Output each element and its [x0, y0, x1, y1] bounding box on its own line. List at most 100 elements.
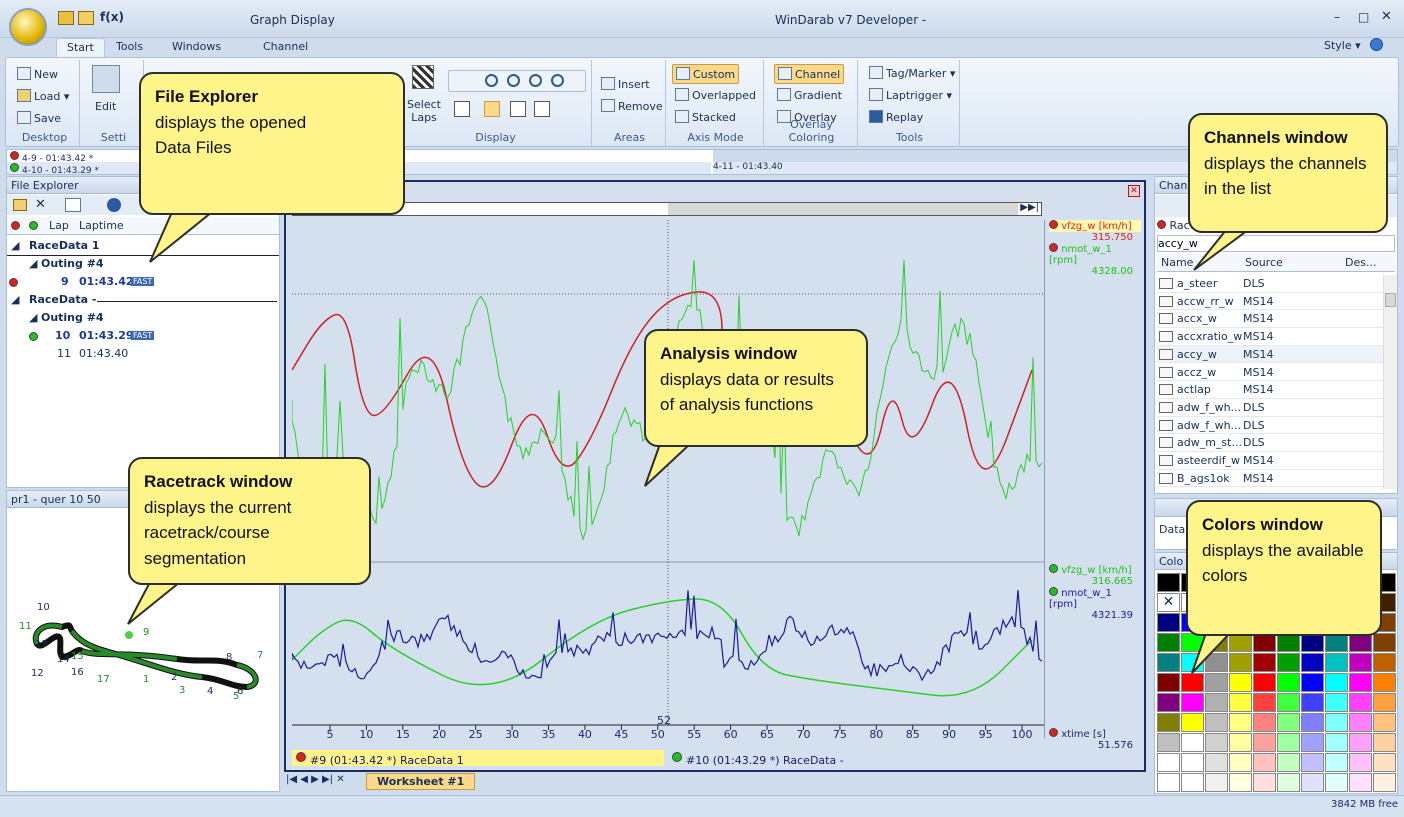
select-laps-icon[interactable] — [412, 65, 434, 89]
color-swatch[interactable] — [1229, 733, 1252, 752]
minimize-icon[interactable]: – — [1334, 10, 1340, 24]
legend-item[interactable]: vfzg_w [km/h] — [1049, 564, 1141, 576]
color-swatch[interactable] — [1325, 693, 1348, 712]
color-swatch[interactable] — [1301, 753, 1324, 772]
color-swatch[interactable] — [1253, 753, 1276, 772]
color-swatch[interactable] — [1181, 773, 1204, 792]
color-swatch[interactable] — [1277, 653, 1300, 672]
tab-channel[interactable]: Channel — [253, 38, 318, 55]
close-icon[interactable]: ✕ — [1381, 9, 1392, 24]
color-swatch[interactable] — [1373, 673, 1396, 692]
color-swatch[interactable] — [1301, 773, 1324, 792]
color-swatch[interactable] — [1157, 613, 1180, 632]
color-swatch[interactable] — [1277, 733, 1300, 752]
color-swatch[interactable] — [1373, 633, 1396, 652]
gradient-button[interactable]: Gradient — [774, 86, 845, 104]
color-swatch[interactable] — [1301, 653, 1324, 672]
zoom-out-icon[interactable] — [507, 74, 520, 87]
color-swatch[interactable] — [1205, 693, 1228, 712]
color-swatch[interactable] — [1205, 733, 1228, 752]
tab-tools[interactable]: Tools — [106, 38, 153, 55]
channel-row[interactable]: accx_w MS14 — [1157, 310, 1387, 329]
legend-item[interactable]: nmot_w_1 [rpm] — [1049, 243, 1141, 266]
open-folder-icon[interactable] — [13, 199, 27, 211]
color-swatch[interactable] — [1373, 713, 1396, 732]
color-swatch[interactable] — [1181, 713, 1204, 732]
help-icon[interactable] — [1370, 38, 1383, 51]
color-swatch[interactable] — [1325, 733, 1348, 752]
overlapped-button[interactable]: Overlapped — [672, 86, 759, 104]
color-swatch[interactable] — [1253, 713, 1276, 732]
color-swatch[interactable] — [1277, 773, 1300, 792]
style-menu[interactable]: Style ▾ — [1324, 39, 1361, 52]
channels-scrollbar[interactable] — [1383, 275, 1397, 489]
laptrigger-button[interactable]: Laptrigger ▾ — [866, 86, 955, 104]
worksheet-nav[interactable]: |◀ ◀ ▶ ▶| ✕ — [286, 774, 345, 785]
color-swatch[interactable] — [1349, 713, 1372, 732]
zoom-toolbar[interactable] — [448, 70, 586, 92]
tab-start[interactable]: Start — [56, 38, 105, 58]
tree-lap-10[interactable]: 10 01:43.29 FAST — [7, 329, 279, 346]
color-swatch[interactable] — [1349, 693, 1372, 712]
channel-row[interactable]: accw_rr_w MS14 — [1157, 292, 1387, 311]
color-swatch[interactable] — [1157, 733, 1180, 752]
color-swatch[interactable] — [1253, 733, 1276, 752]
edit-icon[interactable] — [92, 65, 120, 93]
color-swatch[interactable] — [1157, 653, 1180, 672]
worksheet-tab[interactable]: Worksheet #1 — [366, 773, 476, 790]
color-swatch[interactable] — [1325, 673, 1348, 692]
color-swatch[interactable] — [1253, 773, 1276, 792]
tree-outing[interactable]: ◢ Outing #4 — [7, 257, 104, 274]
window-close-icon[interactable]: ✕ — [1128, 185, 1140, 197]
color-swatch[interactable] — [1325, 773, 1348, 792]
color-swatch[interactable] — [1205, 753, 1228, 772]
color-swatch[interactable] — [1229, 773, 1252, 792]
view-icon[interactable] — [65, 198, 81, 212]
color-swatch[interactable] — [1229, 753, 1252, 772]
color-swatch[interactable] — [1157, 713, 1180, 732]
color-swatch[interactable] — [1229, 693, 1252, 712]
color-swatch[interactable] — [1157, 753, 1180, 772]
maximize-icon[interactable]: □ — [1358, 10, 1369, 24]
color-swatch[interactable] — [1181, 733, 1204, 752]
color-swatch[interactable] — [1349, 673, 1372, 692]
no-color-swatch[interactable]: ✕ — [1157, 593, 1180, 612]
app-orb-button[interactable] — [9, 8, 47, 46]
quick-access-icon-2[interactable] — [78, 11, 94, 25]
stacked-button[interactable]: Stacked — [672, 108, 739, 126]
color-swatch[interactable] — [1157, 633, 1180, 652]
channel-row[interactable]: asteerdif_w MS14 — [1157, 452, 1387, 470]
color-swatch[interactable] — [1277, 713, 1300, 732]
info-icon[interactable] — [107, 198, 121, 212]
color-swatch[interactable] — [1301, 713, 1324, 732]
color-swatch[interactable] — [1325, 753, 1348, 772]
color-swatch[interactable] — [1349, 753, 1372, 772]
channel-row[interactable]: accz_w MS14 — [1157, 363, 1387, 382]
color-swatch[interactable] — [1325, 713, 1348, 732]
tree-outing-2[interactable]: ◢ Outing #4 — [7, 311, 104, 328]
custom-button[interactable]: Custom — [672, 64, 740, 84]
remove-button[interactable]: Remove — [598, 97, 666, 115]
layout-icon-3[interactable] — [510, 101, 526, 117]
close-icon[interactable]: ✕ — [35, 197, 46, 212]
color-swatch[interactable] — [1301, 693, 1324, 712]
replay-button[interactable]: Replay — [866, 108, 926, 126]
color-swatch[interactable] — [1277, 673, 1300, 692]
col-lap[interactable]: Lap — [49, 219, 69, 232]
color-swatch[interactable] — [1277, 753, 1300, 772]
color-swatch[interactable] — [1277, 693, 1300, 712]
color-swatch[interactable] — [1373, 733, 1396, 752]
channel-row[interactable]: accy_w MS14 — [1157, 345, 1387, 364]
color-swatch[interactable] — [1181, 753, 1204, 772]
color-swatch[interactable] — [1373, 753, 1396, 772]
col-laptime[interactable]: Laptime — [79, 219, 124, 232]
color-swatch[interactable] — [1349, 773, 1372, 792]
tree-lap-9[interactable]: 9 01:43.42 FAST — [7, 275, 279, 292]
color-swatch[interactable] — [1181, 693, 1204, 712]
zoom-in-icon[interactable] — [485, 74, 498, 87]
layout-icon-1[interactable] — [454, 101, 470, 117]
color-swatch[interactable] — [1349, 733, 1372, 752]
channel-row[interactable]: adw_m_st... DLS — [1157, 434, 1387, 452]
layout-icon-2[interactable] — [484, 101, 500, 117]
channel-row[interactable]: B_ags1ok MS14 — [1157, 469, 1387, 488]
